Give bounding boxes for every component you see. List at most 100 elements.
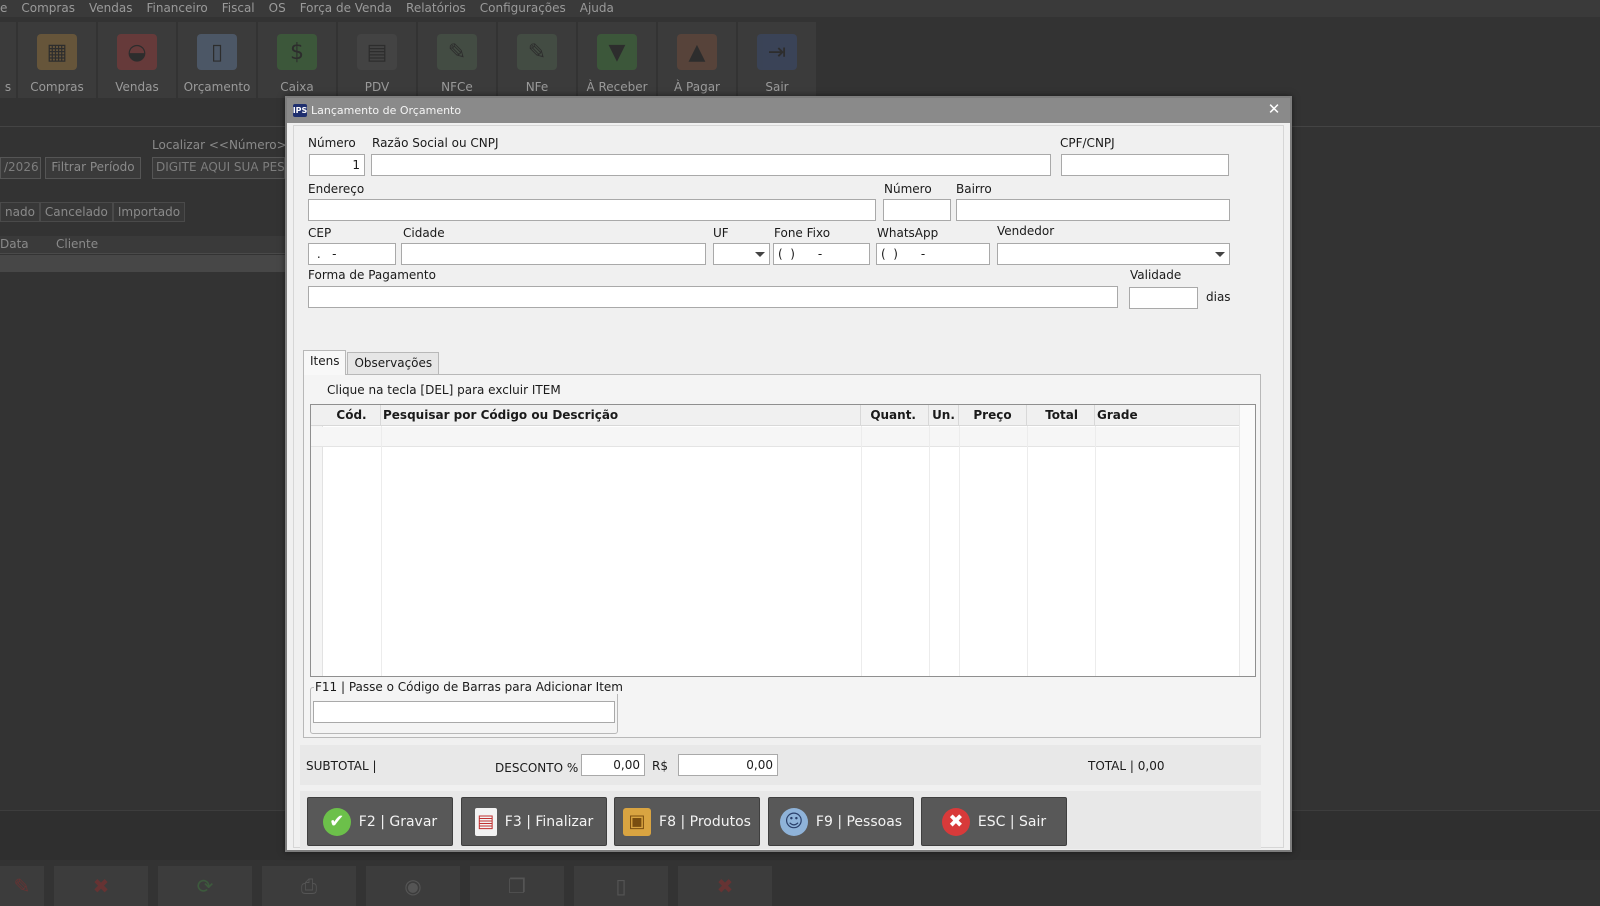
numero-field[interactable] <box>309 154 365 176</box>
column-divider <box>1095 426 1096 676</box>
table-row[interactable] <box>311 427 1255 447</box>
dias-label: dias <box>1206 290 1231 304</box>
razao-social-field[interactable] <box>371 154 1051 176</box>
column-divider <box>929 426 930 676</box>
toolbar-button-compras[interactable]: ▦ Compras <box>18 22 96 98</box>
action-bar: ✔ F2 | Gravar ▤ F3 | Finalizar ▣ F8 | Pr… <box>300 791 1261 849</box>
tab-itens[interactable]: Itens <box>303 350 347 375</box>
fone-fixo-field[interactable] <box>773 243 870 265</box>
col-descricao[interactable]: Pesquisar por Código ou Descrição <box>381 405 861 426</box>
barcode-legend: F11 | Passe o Código de Barras para Adic… <box>314 680 624 694</box>
bairro-field[interactable] <box>956 199 1230 221</box>
validade-field[interactable] <box>1129 287 1198 309</box>
desconto-percent-field[interactable] <box>581 754 645 776</box>
menu-item-partial[interactable]: e <box>0 0 7 17</box>
money-bag-icon: $ <box>277 34 317 70</box>
menu-item-vendas[interactable]: Vendas <box>89 0 133 17</box>
menu-bar: e Compras Vendas Financeiro Fiscal OS Fo… <box>0 0 1600 17</box>
toolbar-button-sair[interactable]: ⇥ Sair <box>738 22 816 98</box>
validade-label: Validade <box>1130 268 1182 282</box>
menu-item-relatorios[interactable]: Relatórios <box>406 0 466 17</box>
budget-dialog: IPS Lançamento de Orçamento ✕ Número Raz… <box>285 96 1292 852</box>
toolbar-button-a-receber[interactable]: ▼ À Receber <box>578 22 656 98</box>
toolbar-button-caixa[interactable]: $ Caixa <box>258 22 336 98</box>
whatsapp-field[interactable] <box>876 243 990 265</box>
edit-icon[interactable]: ✎ <box>0 866 44 906</box>
dialog-title: Lançamento de Orçamento <box>311 104 462 117</box>
toolbar-button-pdv[interactable]: ▤ PDV <box>338 22 416 98</box>
col-data: Data <box>0 237 29 251</box>
table-row[interactable] <box>0 255 285 272</box>
delete-icon[interactable]: ✖ <box>54 866 148 906</box>
totals-bar: SUBTOTAL | DESCONTO % R$ TOTAL | 0,00 <box>300 745 1261 785</box>
menu-item-configuracoes[interactable]: Configurações <box>480 0 566 17</box>
menu-item-compras[interactable]: Compras <box>21 0 75 17</box>
numero-endereco-field[interactable] <box>883 199 951 221</box>
close-icon[interactable]: ✕ <box>1266 101 1282 117</box>
col-cliente: Cliente <box>56 237 99 251</box>
razao-social-label: Razão Social ou CNPJ <box>372 136 499 150</box>
menu-item-ajuda[interactable]: Ajuda <box>580 0 614 17</box>
close-icon[interactable]: ✖ <box>678 866 772 906</box>
col-unidade[interactable]: Un. <box>929 405 959 426</box>
col-codigo[interactable]: Cód. <box>323 405 381 426</box>
filter-period-button[interactable]: Filtrar Período <box>45 157 141 179</box>
refresh-icon[interactable]: ⟳ <box>158 866 252 906</box>
produtos-button[interactable]: ▣ F8 | Produtos <box>614 797 760 846</box>
menu-item-financeiro[interactable]: Financeiro <box>146 0 207 17</box>
menu-item-os[interactable]: OS <box>269 0 286 17</box>
basket-icon: ◒ <box>117 34 157 70</box>
toolbar-button-nfe[interactable]: ✎ NFe <box>498 22 576 98</box>
col-total[interactable]: Total <box>1027 405 1095 426</box>
column-divider <box>861 426 862 676</box>
barcode-input[interactable] <box>313 701 615 723</box>
print-icon[interactable]: ⎙ <box>262 866 356 906</box>
tab-cancelado[interactable]: Cancelado <box>39 202 113 222</box>
tab-observacoes[interactable]: Observações <box>347 352 440 375</box>
chevron-down-icon <box>755 252 765 257</box>
nfe-icon: ✎ <box>517 34 557 70</box>
col-quantidade[interactable]: Quant. <box>861 405 929 426</box>
tab-importado[interactable]: Importado <box>112 202 186 222</box>
main-toolbar: s ▦ Compras ◒ Vendas ▯ Orçamento $ Caixa ▤ PD… <box>0 22 818 98</box>
vertical-scrollbar[interactable] <box>1239 405 1255 676</box>
background-bottom-toolbar: ✎ ✖ ⟳ ⎙ ◉ ❐ ▯ ✖ <box>0 866 772 906</box>
endereco-field[interactable] <box>308 199 876 221</box>
toolbar-button-partial[interactable]: s <box>0 22 16 98</box>
view-icon[interactable]: ◉ <box>366 866 460 906</box>
uf-select[interactable] <box>713 243 770 265</box>
tab-finalizado[interactable]: nado <box>0 202 40 222</box>
toolbar-button-nfce[interactable]: ✎ NFCe <box>418 22 496 98</box>
search-input[interactable]: DIGITE AQUI SUA PESQ <box>152 157 285 179</box>
numero-endereco-label: Número <box>884 182 932 196</box>
forma-pagamento-field[interactable] <box>308 286 1118 308</box>
col-grade[interactable]: Grade <box>1095 405 1240 426</box>
toolbar-button-vendas[interactable]: ◒ Vendas <box>98 22 176 98</box>
cep-field[interactable] <box>308 243 396 265</box>
cpf-cnpj-field[interactable] <box>1061 154 1229 176</box>
check-icon: ✔ <box>322 807 351 836</box>
vendedor-select[interactable] <box>997 243 1230 265</box>
cidade-field[interactable] <box>401 243 706 265</box>
forma-pagamento-label: Forma de Pagamento <box>308 268 436 282</box>
menu-item-forca-de-venda[interactable]: Força de Venda <box>300 0 392 17</box>
toolbar-button-a-pagar[interactable]: ▲ À Pagar <box>658 22 736 98</box>
desconto-valor-field[interactable] <box>678 754 778 776</box>
cep-label: CEP <box>308 226 332 240</box>
sair-button[interactable]: ✖ ESC | Sair <box>921 797 1067 846</box>
store-icon: ▦ <box>37 34 77 70</box>
toolbar-button-orcamento[interactable]: ▯ Orçamento <box>178 22 256 98</box>
total-label: TOTAL | 0,00 <box>1088 759 1165 773</box>
vendedor-label: Vendedor <box>997 224 1055 238</box>
menu-item-fiscal[interactable]: Fiscal <box>222 0 255 17</box>
gravar-button[interactable]: ✔ F2 | Gravar <box>307 797 453 846</box>
finalizar-button[interactable]: ▤ F3 | Finalizar <box>461 797 607 846</box>
col-preco[interactable]: Preço <box>959 405 1027 426</box>
person-icon: ☺ <box>779 807 808 836</box>
pessoas-button[interactable]: ☺ F9 | Pessoas <box>768 797 914 846</box>
copy-icon[interactable]: ❐ <box>470 866 564 906</box>
date-field[interactable]: /2026 <box>0 157 41 179</box>
items-grid: Cód. Pesquisar por Código ou Descrição Q… <box>310 404 1256 677</box>
status-tabs: nado Cancelado Importado <box>0 202 186 222</box>
mobile-icon[interactable]: ▯ <box>574 866 668 906</box>
